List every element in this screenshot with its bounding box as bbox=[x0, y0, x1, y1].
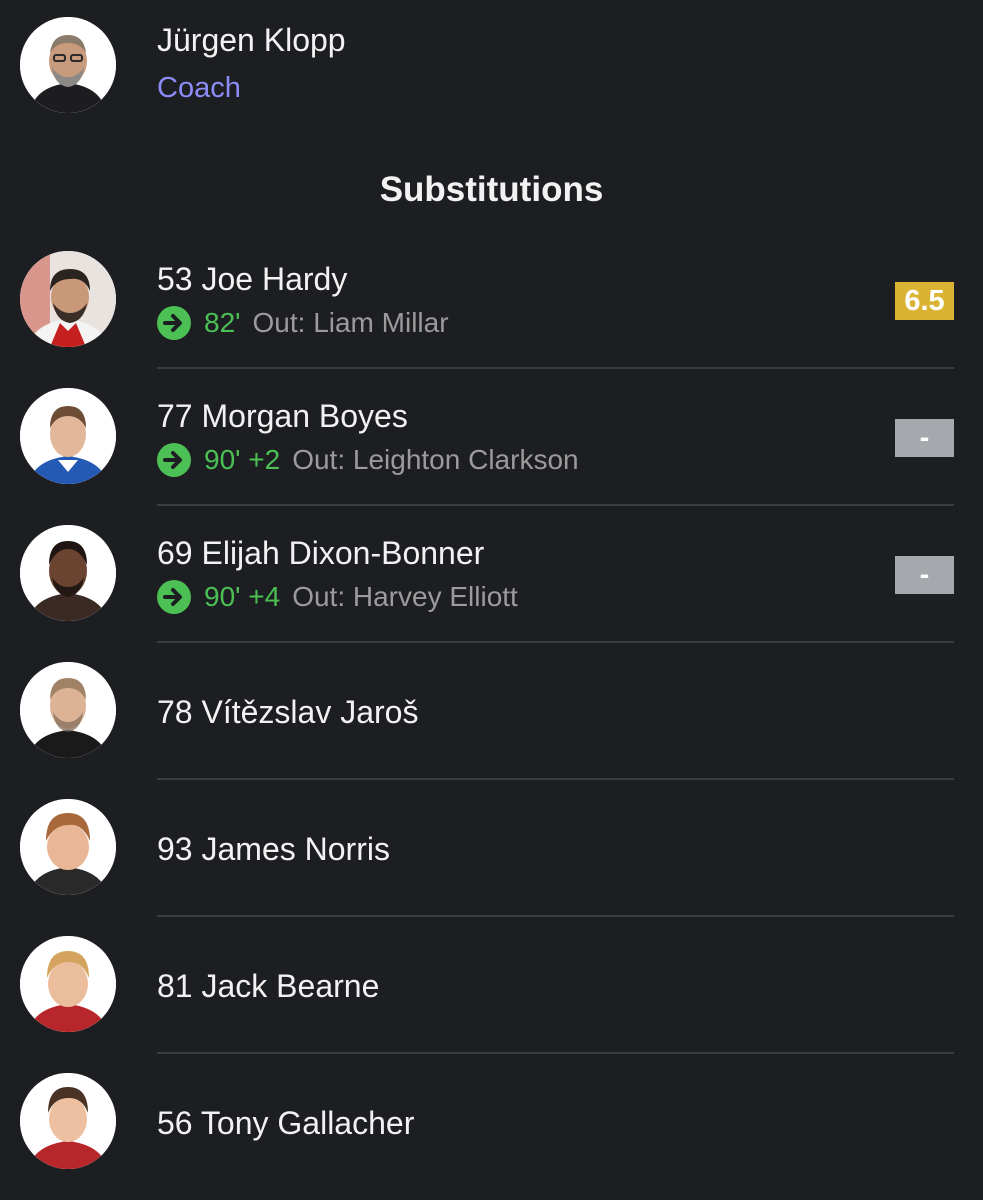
player-name: 78 Vítězslav Jaroš bbox=[157, 694, 419, 730]
substitution-info: 90' +2 Out: Leighton Clarkson bbox=[157, 443, 579, 477]
player-avatar bbox=[20, 799, 116, 895]
substitution-minute: 90' +4 bbox=[204, 581, 281, 612]
substitution-in-arrow-icon bbox=[157, 443, 191, 477]
player-row[interactable]: 53 Joe Hardy 82' Out: Liam Millar 6.5 bbox=[0, 235, 983, 372]
player-row[interactable]: 69 Elijah Dixon-Bonner 90' +4 Out: Harve… bbox=[0, 509, 983, 646]
coach-name: Jürgen Klopp bbox=[157, 22, 346, 58]
player-avatar bbox=[20, 525, 116, 621]
divider bbox=[157, 641, 954, 643]
coach-role: Coach bbox=[157, 72, 241, 104]
coach-avatar bbox=[20, 17, 116, 113]
player-name: 93 James Norris bbox=[157, 831, 390, 867]
divider bbox=[157, 1052, 954, 1054]
player-row[interactable]: 93 James Norris bbox=[0, 783, 983, 920]
substitution-minute: 90' +2 bbox=[204, 444, 281, 475]
substitution-minute: 82' bbox=[204, 307, 241, 338]
player-row[interactable]: 78 Vítězslav Jaroš bbox=[0, 646, 983, 783]
substitution-in-arrow-icon bbox=[157, 580, 191, 614]
player-avatar bbox=[20, 1073, 116, 1169]
player-name: 53 Joe Hardy bbox=[157, 261, 348, 297]
substituted-out-player: Out: Leighton Clarkson bbox=[292, 444, 579, 475]
player-rating-badge: - bbox=[895, 419, 954, 457]
player-name: 56 Tony Gallacher bbox=[157, 1105, 415, 1141]
divider bbox=[157, 778, 954, 780]
player-row[interactable]: 77 Morgan Boyes 90' +2 Out: Leighton Cla… bbox=[0, 372, 983, 509]
substituted-out-player: Out: Harvey Elliott bbox=[292, 581, 518, 612]
substitution-info: 90' +4 Out: Harvey Elliott bbox=[157, 580, 518, 614]
player-name: 77 Morgan Boyes bbox=[157, 398, 408, 434]
section-title: Substitutions bbox=[379, 170, 604, 209]
player-avatar bbox=[20, 662, 116, 758]
player-avatar bbox=[20, 388, 116, 484]
player-name: 69 Elijah Dixon-Bonner bbox=[157, 535, 485, 571]
player-name: 81 Jack Bearne bbox=[157, 968, 380, 1004]
divider bbox=[157, 367, 954, 369]
substituted-out-player: Out: Liam Millar bbox=[252, 307, 449, 338]
substitution-info: 82' Out: Liam Millar bbox=[157, 306, 449, 340]
coach-row[interactable]: Jürgen Klopp Coach bbox=[0, 0, 983, 130]
player-avatar bbox=[20, 936, 116, 1032]
player-row[interactable]: 81 Jack Bearne bbox=[0, 920, 983, 1057]
player-rating-badge: 6.5 bbox=[895, 282, 954, 320]
player-rating-badge: - bbox=[895, 556, 954, 594]
player-avatar bbox=[20, 251, 116, 347]
player-row[interactable]: 56 Tony Gallacher bbox=[0, 1057, 983, 1194]
divider bbox=[157, 915, 954, 917]
substitution-in-arrow-icon bbox=[157, 306, 191, 340]
divider bbox=[157, 504, 954, 506]
